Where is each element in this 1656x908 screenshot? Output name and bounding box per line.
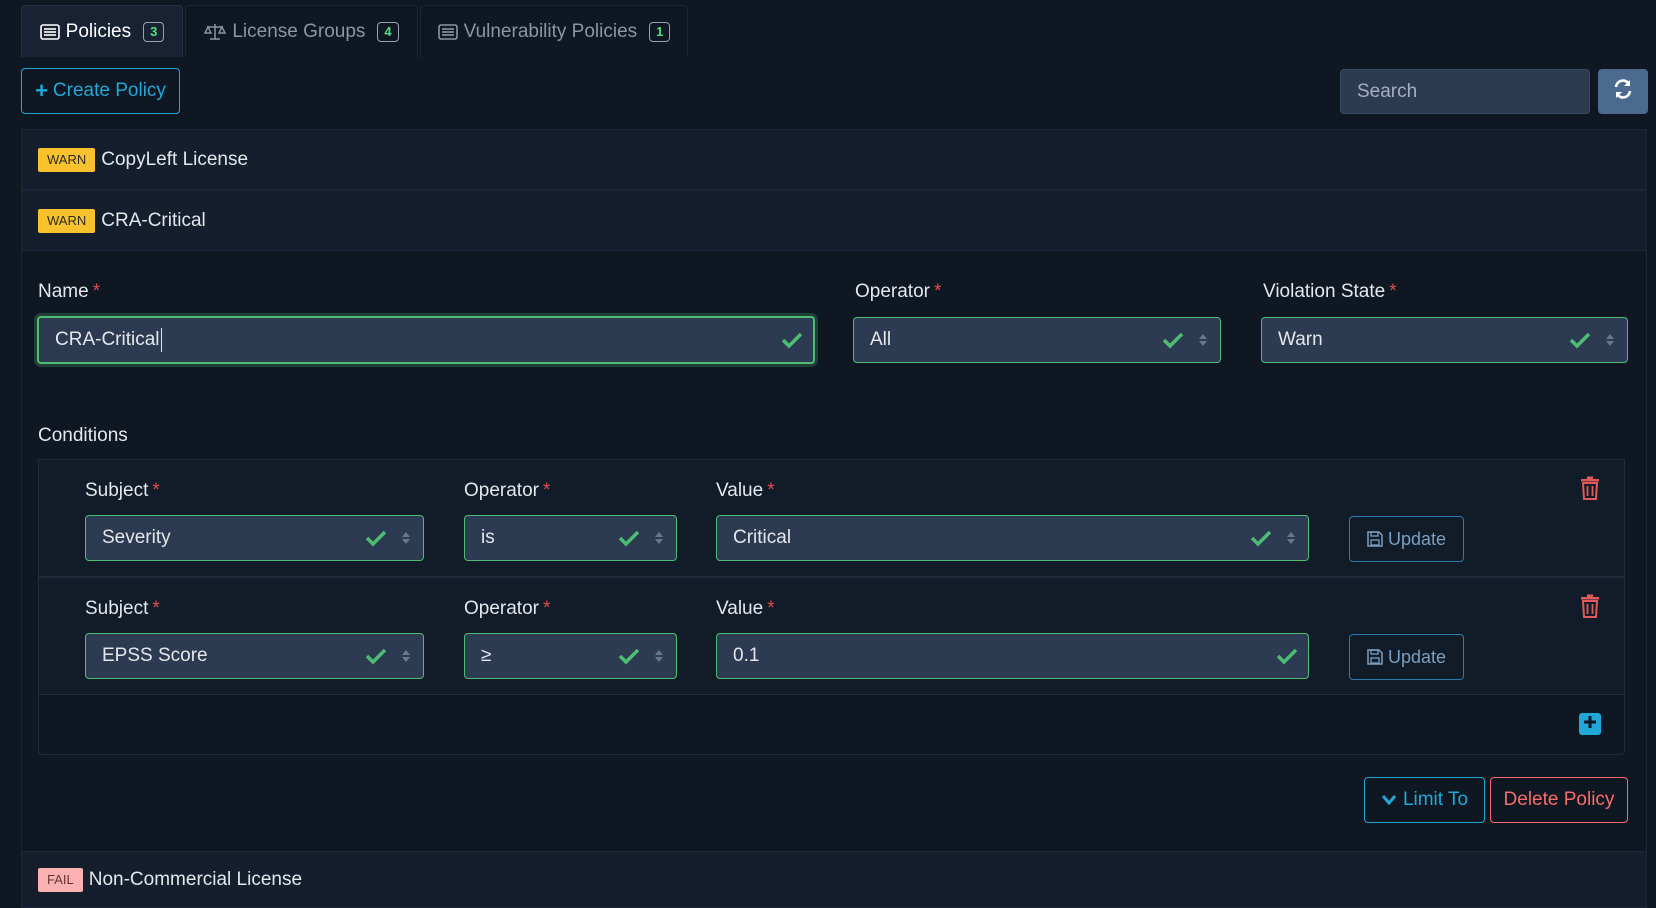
check-icon [781, 331, 803, 349]
tab-policies[interactable]: Policies 3 [21, 5, 183, 57]
refresh-button[interactable] [1598, 69, 1648, 114]
search-placeholder: Search [1357, 80, 1418, 102]
search-input[interactable]: Search [1340, 69, 1590, 114]
condition-operator-value: is [481, 527, 495, 548]
condition-operator-select[interactable]: ≥ [464, 633, 677, 679]
delete-policy-label: Delete Policy [1503, 789, 1615, 810]
create-policy-button[interactable]: + Create Policy [21, 68, 180, 114]
sort-icon [654, 531, 664, 545]
condition-operator-label: Operator * [464, 480, 551, 501]
subject-label: Subject * [85, 598, 160, 619]
condition-operator-label: Operator * [464, 598, 551, 619]
check-icon [365, 647, 387, 665]
sort-icon [1605, 333, 1615, 347]
subject-select[interactable]: EPSS Score [85, 633, 424, 679]
update-condition-button[interactable]: Update [1349, 516, 1464, 562]
sort-icon [1286, 531, 1296, 545]
policy-row[interactable]: WARN CopyLeft License [21, 129, 1647, 190]
update-condition-button[interactable]: Update [1349, 634, 1464, 680]
condition-value: 0.1 [733, 645, 760, 666]
subject-value: Severity [102, 527, 171, 548]
limit-to-label: Limit To [1402, 789, 1469, 810]
check-icon [618, 529, 640, 547]
policy-name: CRA-Critical [101, 209, 206, 231]
check-icon [365, 529, 387, 547]
update-label: Update [1387, 528, 1447, 549]
policy-row[interactable]: WARN CRA-Critical [21, 190, 1647, 251]
condition-value: Critical [733, 527, 792, 548]
check-icon [1569, 331, 1591, 349]
condition-value-select[interactable]: Critical [716, 515, 1309, 561]
sort-icon [401, 649, 411, 663]
create-policy-label: Create Policy [52, 80, 166, 101]
status-badge: WARN [38, 208, 96, 233]
trash-icon[interactable] [1578, 593, 1602, 619]
subject-value: EPSS Score [102, 645, 208, 666]
violation-state-label: Violation State * [1263, 281, 1397, 302]
policy-name-value: CRA-Critical [55, 329, 160, 350]
balance-scale-icon [204, 23, 227, 41]
condition-operator-value: ≥ [481, 645, 492, 666]
tab-license-groups[interactable]: License Groups 4 [185, 5, 418, 57]
trash-icon[interactable] [1578, 475, 1602, 501]
plus-icon [1583, 715, 1597, 734]
policy-name-input[interactable]: CRA-Critical [37, 316, 815, 364]
save-icon [1367, 649, 1383, 665]
refresh-icon [1612, 78, 1634, 105]
sort-icon [401, 531, 411, 545]
status-badge: FAIL [38, 867, 83, 892]
policy-name: CopyLeft License [101, 148, 249, 170]
violation-state-select[interactable]: Warn [1261, 317, 1628, 363]
list-icon [39, 23, 60, 40]
tab-count-badge: 1 [649, 21, 671, 42]
violation-state-value: Warn [1278, 329, 1323, 350]
limit-to-button[interactable]: Limit To [1364, 777, 1485, 823]
check-icon [1162, 331, 1184, 349]
add-condition-button[interactable] [1579, 713, 1601, 735]
tab-count-badge: 4 [377, 21, 399, 42]
check-icon [1276, 647, 1298, 665]
check-icon [1250, 529, 1272, 547]
condition-value-input[interactable]: 0.1 [716, 633, 1309, 679]
save-icon [1367, 531, 1383, 547]
operator-value: All [870, 329, 892, 350]
operator-label: Operator * [855, 281, 942, 302]
subject-select[interactable]: Severity [85, 515, 424, 561]
policy-name: Non-Commercial License [88, 868, 303, 890]
tab-vulnerability-policies[interactable]: Vulnerability Policies 1 [420, 5, 688, 57]
name-label: Name * [38, 281, 101, 302]
value-label: Value * [716, 480, 775, 501]
list-icon [437, 23, 458, 40]
sort-icon [654, 649, 664, 663]
condition-operator-select[interactable]: is [464, 515, 677, 561]
check-icon [618, 647, 640, 665]
text-cursor [160, 328, 162, 352]
tab-label: License Groups [232, 20, 366, 42]
update-label: Update [1387, 646, 1447, 667]
value-label: Value * [716, 598, 775, 619]
delete-policy-button[interactable]: Delete Policy [1490, 777, 1628, 823]
tab-count-badge: 3 [143, 21, 165, 42]
plus-icon: + [35, 78, 48, 103]
policy-row[interactable]: FAIL Non-Commercial License [21, 851, 1647, 908]
conditions-label: Conditions [38, 425, 128, 446]
sort-icon [1198, 333, 1208, 347]
tab-label: Policies [65, 20, 132, 42]
tab-label: Vulnerability Policies [463, 20, 638, 42]
operator-select[interactable]: All [853, 317, 1221, 363]
chevron-down-icon [1381, 794, 1397, 806]
status-badge: WARN [38, 147, 96, 172]
subject-label: Subject * [85, 480, 160, 501]
